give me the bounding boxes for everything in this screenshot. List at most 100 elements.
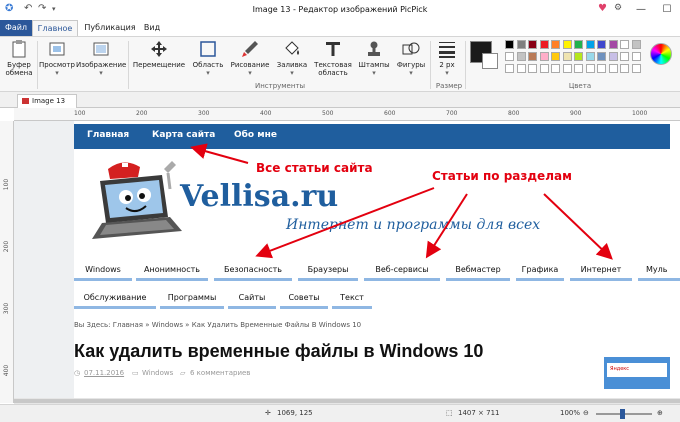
tab-view[interactable]: Вид [140,20,164,36]
title-bar: ✪ ↶ ↷ ▾ Image 13 - Редактор изображений … [0,0,680,20]
image-button[interactable]: Изображение ▾ [76,39,126,77]
move-tool-button[interactable]: Перемещение [132,39,186,69]
zoom-in-icon[interactable]: ⊕ [657,409,663,417]
color-swatch[interactable] [620,40,629,49]
document-tab-label: Image 13 [32,97,66,105]
color-palette [505,40,645,80]
color-swatch[interactable] [539,40,549,49]
document-tab[interactable]: Image 13 [17,94,77,108]
shapes-label: Фигуры [396,61,426,69]
color-swatch[interactable] [539,64,549,73]
zoom-slider-thumb[interactable] [620,409,625,419]
secondary-color-swatch[interactable] [482,53,498,69]
group-size-label: Размер [435,82,463,90]
color-swatch[interactable] [539,52,549,61]
fill-tool-button[interactable]: Заливка ▾ [272,39,312,77]
color-swatch[interactable] [574,40,583,49]
window-title: Image 13 - Редактор изображений PicPick [252,5,428,14]
ruler-tick-label: 600 [384,110,396,117]
color-swatch[interactable] [551,64,560,73]
shapes-icon [402,42,420,55]
annotation-by-section: Статьи по разделам [432,169,572,183]
color-swatch[interactable] [516,52,526,61]
color-swatch[interactable] [597,40,606,49]
group-colors-label: Цвета [568,82,592,90]
color-swatch[interactable] [608,52,618,61]
image-canvas[interactable]: Главная Карта сайта Обо мне Vellisa.ru И… [14,121,680,398]
minimize-button[interactable]: — [628,0,654,20]
tab-home[interactable]: Главное [32,20,78,36]
fill-label: Заливка [276,61,308,69]
draw-label: Рисование [230,61,270,69]
color-swatch[interactable] [551,40,560,49]
color-swatch[interactable] [528,64,537,73]
view-icon [49,42,65,56]
color-swatch[interactable] [620,52,629,61]
stroke-size-button[interactable]: 2 px ▾ [432,39,462,77]
area-select-icon [200,41,216,57]
image-size-icon: ⬚ [446,409,453,417]
text-label-1: Текстовая [314,61,352,69]
clipboard-label-1: Буфер [7,61,31,69]
status-bar: ✛ 1069, 125 ⬚ 1407 × 711 100% ⊖ ⊕ [0,404,680,422]
color-picker-wheel-icon[interactable] [650,43,672,65]
draw-tool-button[interactable]: Рисование ▾ [228,39,272,77]
text-t-icon [326,42,340,56]
clipboard-icon [12,40,26,58]
color-swatch[interactable] [562,52,572,61]
stroke-size-value: 2 px [439,61,455,69]
color-swatch[interactable] [597,52,606,61]
color-swatch[interactable] [631,64,641,73]
ruler-tick-label: 900 [570,110,582,117]
view-button[interactable]: Просмотр ▾ [38,39,76,77]
color-swatch[interactable] [574,52,583,61]
stamps-tool-button[interactable]: Штампы ▾ [354,39,394,77]
zoom-out-icon[interactable]: ⊖ [583,409,589,417]
color-swatch[interactable] [528,52,537,61]
cursor-position: 1069, 125 [277,409,313,417]
color-swatch[interactable] [551,52,560,61]
color-swatch[interactable] [505,64,514,73]
color-swatch[interactable] [585,64,595,73]
ruler-tick-label: 1000 [632,110,648,117]
settings-gear-icon[interactable]: ⚙ [614,3,622,13]
cursor-position-icon: ✛ [265,409,271,417]
tab-file[interactable]: Файл [0,20,32,36]
ruler-tick-label: 800 [508,110,520,117]
tab-publish[interactable]: Публикация [82,20,138,36]
color-swatch[interactable] [620,64,629,73]
stamps-label: Штампы [358,61,390,69]
heart-icon[interactable]: ♥ [598,3,607,14]
stamp-icon [368,41,380,56]
color-swatch[interactable] [505,40,514,49]
ruler-tick-label: 100 [3,178,11,191]
ruler-tick-label: 200 [3,240,11,253]
maximize-button[interactable]: ☐ [654,0,680,20]
ruler-tick-label: 400 [3,364,11,377]
color-swatch[interactable] [574,64,583,73]
clipboard-button[interactable]: Буфер обмена [2,39,36,77]
ruler-tick-label: 700 [446,110,458,117]
color-swatch[interactable] [505,52,514,61]
color-swatch[interactable] [597,64,606,73]
color-swatch[interactable] [631,52,641,61]
color-swatch[interactable] [562,40,572,49]
area-tool-button[interactable]: Область ▾ [188,39,228,77]
move-arrows-icon [151,41,167,57]
color-swatch[interactable] [608,64,618,73]
color-swatch[interactable] [585,52,595,61]
image-file-icon [22,98,29,104]
color-swatch[interactable] [562,64,572,73]
ruler-tick-label: 300 [3,302,11,315]
shapes-tool-button[interactable]: Фигуры ▾ [392,39,430,77]
color-swatch[interactable] [585,40,595,49]
annotation-all-posts: Все статьи сайта [256,161,373,175]
ribbon-tabs: Файл Главное Публикация Вид [0,20,680,36]
color-swatch[interactable] [528,40,537,49]
area-label: Область [192,61,224,69]
color-swatch[interactable] [631,40,641,49]
text-tool-button[interactable]: Текстовая область [312,39,354,77]
color-swatch[interactable] [516,64,526,73]
color-swatch[interactable] [608,40,618,49]
color-swatch[interactable] [516,40,526,49]
